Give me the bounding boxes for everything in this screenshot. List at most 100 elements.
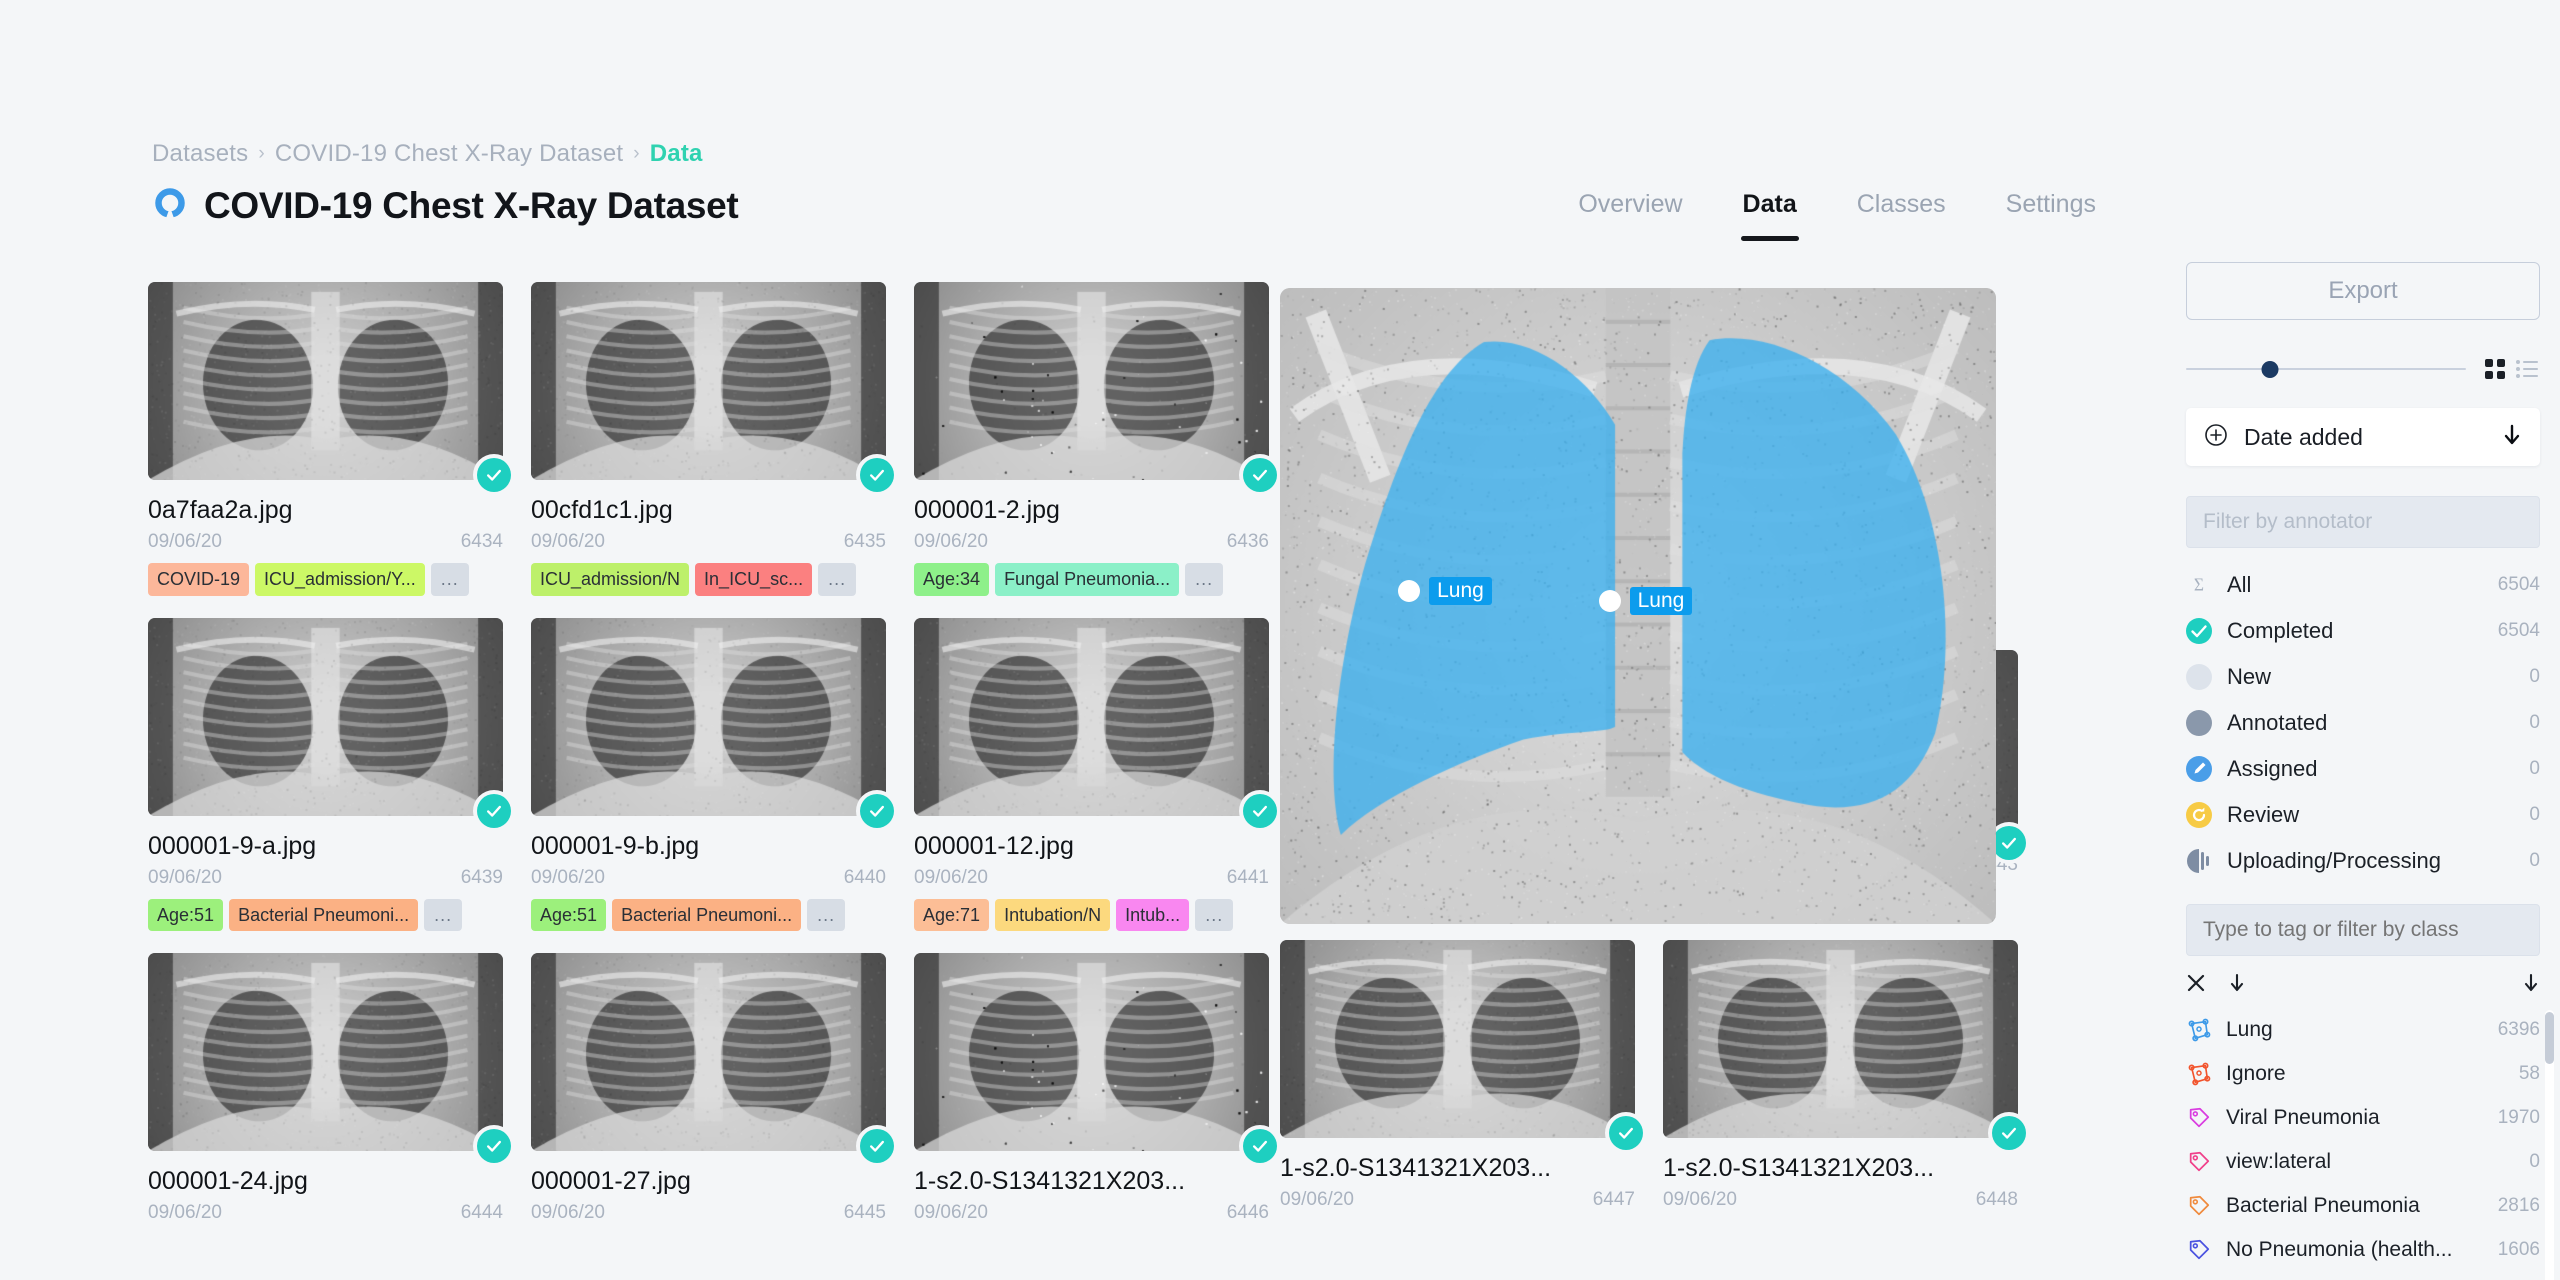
class-filter-item[interactable]: view:lateral 0 [2186, 1140, 2540, 1184]
class-filter-item[interactable]: Ignore 58 [2186, 1052, 2540, 1096]
tab-data[interactable]: Data [1713, 190, 1827, 241]
card-thumbnail[interactable] [148, 953, 503, 1151]
annotator-filter-input[interactable] [2186, 496, 2540, 548]
card-tag-more[interactable]: ... [807, 898, 846, 931]
tab-overview[interactable]: Overview [1548, 190, 1712, 241]
annotation-label-lung[interactable]: Lung [1398, 577, 1492, 606]
image-preview[interactable]: Lung Lung [1280, 288, 1996, 924]
card-thumbnail[interactable] [531, 617, 886, 816]
card-thumbnail-wrap[interactable] [1280, 940, 1643, 1150]
plus-circle-icon[interactable] [2204, 423, 2228, 452]
annotation-handle-icon[interactable] [1598, 589, 1621, 612]
class-list-scroll-thumb[interactable] [2545, 1012, 2554, 1064]
class-filter-item[interactable]: Viral Pneumonia 1970 [2186, 1096, 2540, 1140]
image-card[interactable]: 000001-9-b.jpg 09/06/20 6440 Age:51 Bacte… [531, 617, 894, 931]
status-filter-annotated[interactable]: Annotated 0 [2186, 700, 2540, 746]
card-tag[interactable]: Intub... [1116, 898, 1190, 931]
card-thumbnail[interactable] [914, 617, 1269, 816]
slider-thumb[interactable] [2261, 360, 2279, 378]
image-card[interactable]: 1-s2.0-S1341321X203... 09/06/20 6448 [1663, 940, 2026, 1211]
class-filter-item[interactable]: Bacterial Pneumonia 2816 [2186, 1184, 2540, 1228]
card-tag[interactable]: In_ICU_sc... [695, 563, 813, 596]
card-tag[interactable]: Age:51 [531, 898, 607, 931]
card-tag-more[interactable]: ... [1195, 898, 1234, 931]
image-card[interactable]: 0a7faa2a.jpg 09/06/20 6434 COVID-19 ICU_a… [148, 282, 511, 596]
breadcrumb-item-data[interactable]: Data [650, 140, 703, 168]
class-filter-item[interactable]: Lung 6396 [2186, 1008, 2540, 1052]
export-button[interactable]: Export [2186, 262, 2540, 320]
clear-icon[interactable] [2186, 973, 2206, 998]
card-thumbnail-wrap[interactable] [914, 953, 1277, 1163]
class-filter-item[interactable]: view:PA 3 [2186, 1272, 2540, 1280]
card-thumbnail[interactable] [1280, 940, 1635, 1138]
card-filename[interactable]: 000001-2.jpg [914, 496, 1269, 525]
annotation-label-lung[interactable]: Lung [1598, 586, 1693, 615]
card-filename[interactable]: 000001-9-a.jpg [148, 832, 503, 861]
card-filename[interactable]: 000001-27.jpg [531, 1167, 886, 1196]
card-thumbnail-wrap[interactable] [148, 617, 511, 828]
image-card[interactable]: 000001-9-a.jpg 09/06/20 6439 Age:51 Bacte… [148, 617, 511, 931]
image-card[interactable]: 1-s2.0-S1341321X203... 09/06/20 6446 [914, 953, 1277, 1224]
card-thumbnail[interactable] [1663, 940, 2018, 1138]
card-tag[interactable]: Fungal Pneumonia... [995, 563, 1180, 596]
status-filter-assigned[interactable]: Assigned 0 [2186, 746, 2540, 792]
card-thumbnail-wrap[interactable] [148, 953, 511, 1163]
card-thumbnail[interactable] [531, 282, 886, 480]
card-thumbnail-wrap[interactable] [148, 282, 511, 492]
card-thumbnail-wrap[interactable] [1663, 940, 2026, 1150]
card-thumbnail[interactable] [914, 953, 1269, 1151]
card-thumbnail[interactable] [148, 282, 503, 480]
card-tag-more[interactable]: ... [818, 563, 857, 596]
breadcrumb-item-dataset[interactable]: COVID-19 Chest X-Ray Dataset [275, 140, 623, 168]
status-filter-new[interactable]: New 0 [2186, 654, 2540, 700]
card-filename[interactable]: 0a7faa2a.jpg [148, 496, 503, 525]
card-tag-more[interactable]: ... [1185, 563, 1224, 596]
image-card[interactable]: 1-s2.0-S1341321X203... 09/06/20 6447 [1280, 940, 1643, 1211]
card-tag[interactable]: Age:51 [148, 898, 224, 931]
image-card[interactable]: 000001-2.jpg 09/06/20 6436 Age:34 Fungal … [914, 282, 1277, 596]
card-tag[interactable]: Bacterial Pneumoni... [612, 898, 802, 931]
list-view-icon[interactable] [2514, 356, 2540, 382]
card-thumbnail-wrap[interactable] [914, 617, 1277, 828]
card-filename[interactable]: 000001-9-b.jpg [531, 832, 886, 861]
card-thumbnail[interactable] [914, 282, 1269, 480]
card-tag[interactable]: COVID-19 [148, 563, 250, 596]
breadcrumb-item-datasets[interactable]: Datasets [152, 140, 248, 168]
card-thumbnail-wrap[interactable] [531, 953, 894, 1163]
card-tag[interactable]: Age:71 [914, 898, 990, 931]
card-thumbnail[interactable] [531, 953, 886, 1151]
status-filter-uploading-processing[interactable]: Uploading/Processing 0 [2186, 838, 2540, 884]
card-filename[interactable]: 1-s2.0-S1341321X203... [1663, 1154, 2018, 1183]
card-filename[interactable]: 1-s2.0-S1341321X203... [1280, 1154, 1635, 1183]
tab-classes[interactable]: Classes [1827, 190, 1976, 241]
image-card[interactable]: 000001-12.jpg 09/06/20 6441 Age:71 Intuba… [914, 617, 1277, 931]
card-tag[interactable]: Intubation/N [995, 898, 1111, 931]
card-thumbnail-wrap[interactable] [531, 617, 894, 828]
card-thumbnail-wrap[interactable] [914, 282, 1277, 492]
image-card[interactable]: 000001-27.jpg 09/06/20 6445 [531, 953, 894, 1224]
card-tag[interactable]: ICU_admission/N [531, 563, 690, 596]
card-tag[interactable]: ICU_admission/Y... [255, 563, 425, 596]
card-filename[interactable]: 000001-12.jpg [914, 832, 1269, 861]
thumbnail-size-slider[interactable] [2186, 360, 2466, 378]
sort-selector[interactable]: Date added [2186, 408, 2540, 466]
grid-view-icon[interactable] [2482, 356, 2508, 382]
image-card[interactable]: 00cfd1c1.jpg 09/06/20 6435 ICU_admission… [531, 282, 894, 596]
card-tag-more[interactable]: ... [424, 898, 463, 931]
annotation-handle-icon[interactable] [1398, 580, 1421, 603]
status-filter-review[interactable]: Review 0 [2186, 792, 2540, 838]
card-tag-more[interactable]: ... [430, 563, 469, 596]
collapse-down-icon[interactable] [2522, 973, 2540, 998]
status-filter-completed[interactable]: Completed 6504 [2186, 608, 2540, 654]
card-filename[interactable]: 1-s2.0-S1341321X203... [914, 1167, 1269, 1196]
class-filter-input[interactable] [2186, 904, 2540, 956]
card-tag[interactable]: Age:34 [914, 563, 990, 596]
card-thumbnail[interactable] [148, 617, 503, 816]
card-filename[interactable]: 00cfd1c1.jpg [531, 496, 886, 525]
tab-settings[interactable]: Settings [1976, 190, 2126, 241]
class-filter-item[interactable]: No Pneumonia (health... 1606 [2186, 1228, 2540, 1272]
image-card[interactable]: 000001-24.jpg 09/06/20 6444 [148, 953, 511, 1224]
card-filename[interactable]: 000001-24.jpg [148, 1167, 503, 1196]
status-filter-all[interactable]: Σ All 6504 [2186, 562, 2540, 608]
card-tag[interactable]: Bacterial Pneumoni... [229, 898, 419, 931]
